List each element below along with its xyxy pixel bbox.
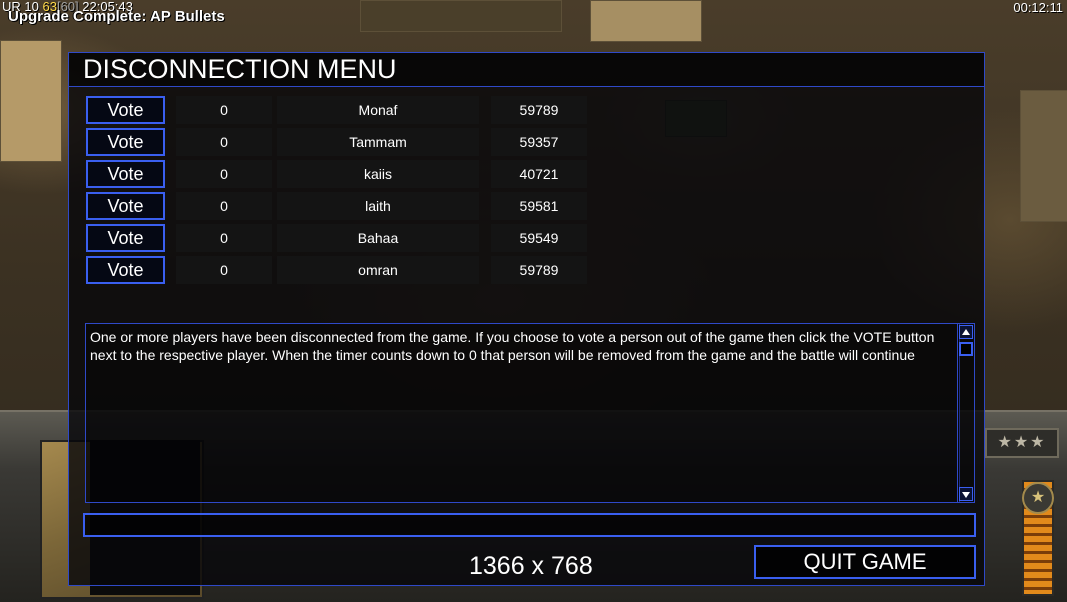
vote-button[interactable]: Vote bbox=[86, 128, 165, 156]
player-name: Bahaa bbox=[277, 224, 479, 252]
match-clock: 00:12:11 bbox=[1013, 0, 1063, 15]
triangle-down-icon[interactable] bbox=[959, 487, 973, 501]
triangle-up-icon[interactable] bbox=[959, 325, 973, 339]
resolution-label: 1366 x 768 bbox=[469, 552, 593, 580]
message-box: One or more players have been disconnect… bbox=[85, 323, 960, 503]
vote-button[interactable]: Vote bbox=[86, 160, 165, 188]
vote-count: 0 bbox=[176, 224, 272, 252]
player-name: laith bbox=[277, 192, 479, 220]
disconnect-timer: 59357 bbox=[491, 128, 587, 156]
building-sprite bbox=[360, 0, 562, 32]
vote-button[interactable]: Vote bbox=[86, 192, 165, 220]
vote-count: 0 bbox=[176, 128, 272, 156]
disconnection-menu: DISCONNECTION MENU Vote 0 Monaf 59789 Vo… bbox=[68, 52, 985, 586]
chat-input[interactable] bbox=[83, 513, 976, 537]
rank-stars-icon: ★★★ bbox=[985, 428, 1059, 458]
vote-count: 0 bbox=[176, 160, 272, 188]
player-name: Monaf bbox=[277, 96, 479, 124]
building-sprite bbox=[590, 0, 702, 42]
building-sprite bbox=[0, 40, 62, 162]
vote-button[interactable]: Vote bbox=[86, 256, 165, 284]
vote-count: 0 bbox=[176, 96, 272, 124]
vote-count: 0 bbox=[176, 256, 272, 284]
player-name: omran bbox=[277, 256, 479, 284]
vote-button[interactable]: Vote bbox=[86, 224, 165, 252]
menu-title: DISCONNECTION MENU bbox=[83, 54, 397, 84]
player-name: Tammam bbox=[277, 128, 479, 156]
disconnect-message: One or more players have been disconnect… bbox=[90, 329, 935, 363]
upgrade-message: Upgrade Complete: AP Bullets bbox=[8, 8, 225, 25]
disconnect-timer: 59789 bbox=[491, 96, 587, 124]
disconnect-timer: 59789 bbox=[491, 256, 587, 284]
power-star-icon: ★ bbox=[1022, 482, 1054, 514]
player-name: kaiis bbox=[277, 160, 479, 188]
building-sprite bbox=[1020, 90, 1067, 222]
scroll-thumb[interactable] bbox=[959, 342, 973, 356]
disconnect-timer: 40721 bbox=[491, 160, 587, 188]
menu-header: DISCONNECTION MENU bbox=[69, 53, 984, 87]
disconnect-timer: 59581 bbox=[491, 192, 587, 220]
vote-button[interactable]: Vote bbox=[86, 96, 165, 124]
message-scrollbar[interactable] bbox=[957, 323, 975, 503]
vote-count: 0 bbox=[176, 192, 272, 220]
disconnect-timer: 59549 bbox=[491, 224, 587, 252]
quit-game-button[interactable]: QUIT GAME bbox=[754, 545, 976, 579]
